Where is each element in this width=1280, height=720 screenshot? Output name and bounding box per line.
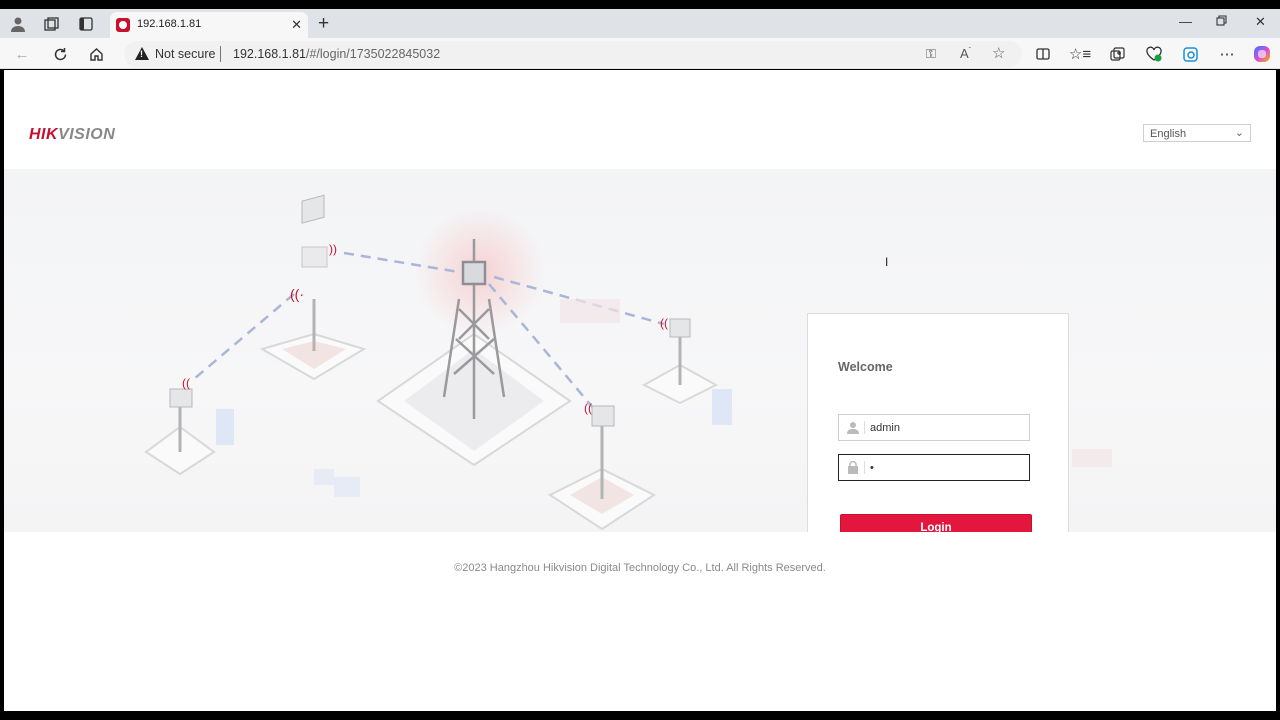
address-bar[interactable]: Not secure 192.168.1.81/#/login/17350228… [124, 41, 1022, 67]
restore-icon[interactable] [1216, 14, 1227, 29]
window-close-icon[interactable]: ✕ [1255, 14, 1266, 30]
chevron-down-icon: ⌄ [1234, 127, 1244, 139]
username-input[interactable] [870, 419, 1020, 437]
navigation-bar: ← Not secure 192.168.1.81/#/login/173502… [0, 38, 1280, 69]
hero-banner: ((· )) ((((((Welcome admin • Login [4, 169, 1276, 532]
lock-icon [848, 461, 858, 474]
refresh-icon[interactable] [50, 44, 70, 64]
field-separator [864, 421, 865, 434]
right-node: (( [641, 316, 732, 425]
password-input[interactable] [870, 459, 1020, 477]
upper-left-antenna: )) [301, 242, 337, 268]
home-icon[interactable] [86, 44, 106, 64]
read-aloud-icon[interactable]: Aˇ [960, 46, 971, 61]
svg-text:)): )) [329, 242, 337, 256]
minimize-icon[interactable]: — [1179, 14, 1192, 29]
field-separator [864, 461, 865, 474]
svg-text:((: (( [660, 316, 668, 330]
bottom-black-bar [0, 711, 1280, 720]
hikvision-favicon-icon [116, 18, 130, 32]
favorite-icon[interactable]: ☆ [992, 44, 1005, 62]
page-content: HIKVISION English ⌄ ((·)) ((((((Welc… [4, 70, 1276, 711]
bottom-node: (( [547, 401, 657, 531]
tab-close-icon[interactable]: ✕ [291, 17, 302, 33]
url-text[interactable]: 192.168.1.81/#/login/1735022845032 [233, 47, 440, 61]
left-node: ((· [259, 194, 367, 381]
active-tab[interactable]: 192.168.1.81 ✕ [110, 12, 308, 38]
new-tab-icon[interactable]: + [318, 13, 329, 35]
welcome-heading: Welcome [838, 360, 893, 374]
more-icon[interactable]: ⋯ [1217, 44, 1237, 64]
bottom-left-node: (( [144, 376, 234, 476]
warning-icon[interactable] [135, 47, 149, 60]
login-card: Welcome Login [807, 313, 1069, 532]
copilot-icon[interactable] [1252, 44, 1272, 64]
decor-block [1072, 449, 1112, 467]
language-select[interactable]: English ⌄ [1143, 124, 1251, 142]
url-path: /#/login/1735022845032 [306, 47, 441, 61]
user-icon [847, 422, 859, 434]
decor-block [314, 469, 334, 485]
logo-grey: VISION [58, 126, 116, 143]
split-screen-icon[interactable] [1033, 44, 1053, 64]
favorites-icon[interactable]: ☆≡ [1069, 44, 1091, 64]
decor-block [560, 299, 620, 323]
network-illustration: ((· )) (((((( [144, 194, 1112, 531]
security-label[interactable]: Not secure [155, 47, 215, 61]
decor-block [334, 477, 360, 497]
copyright-text: ©2023 Hangzhou Hikvision Digital Technol… [454, 562, 826, 574]
key-icon[interactable]: ⚿ [926, 46, 936, 62]
password-field[interactable] [838, 454, 1030, 481]
login-button[interactable]: Login [840, 514, 1032, 532]
logo-red: HIK [29, 126, 59, 143]
username-field[interactable] [838, 414, 1030, 441]
top-black-bar [0, 0, 1280, 9]
tab-strip: 192.168.1.81 ✕ + — ✕ [0, 9, 1280, 38]
language-value: English [1150, 128, 1187, 140]
svg-text:((·: ((· [290, 286, 304, 302]
edge-icon[interactable] [1180, 44, 1200, 64]
svg-text:((: (( [584, 401, 592, 415]
back-icon[interactable]: ← [12, 44, 32, 64]
hikvision-logo: HIKVISION [29, 126, 115, 144]
browser-essentials-icon[interactable] [1144, 44, 1164, 64]
profile-icon[interactable] [9, 15, 27, 33]
tab-title: 192.168.1.81 [137, 18, 202, 30]
text-cursor-icon: I [885, 255, 889, 269]
workspaces-icon[interactable] [42, 15, 60, 33]
svg-text:((: (( [182, 376, 190, 390]
collections-icon[interactable] [1107, 44, 1127, 64]
browser-window: 192.168.1.81 ✕ + — ✕ ← Not secure 192.16… [0, 0, 1280, 720]
address-separator [220, 46, 221, 62]
tab-actions-icon[interactable] [77, 15, 95, 33]
url-host: 192.168.1.81 [233, 47, 306, 61]
